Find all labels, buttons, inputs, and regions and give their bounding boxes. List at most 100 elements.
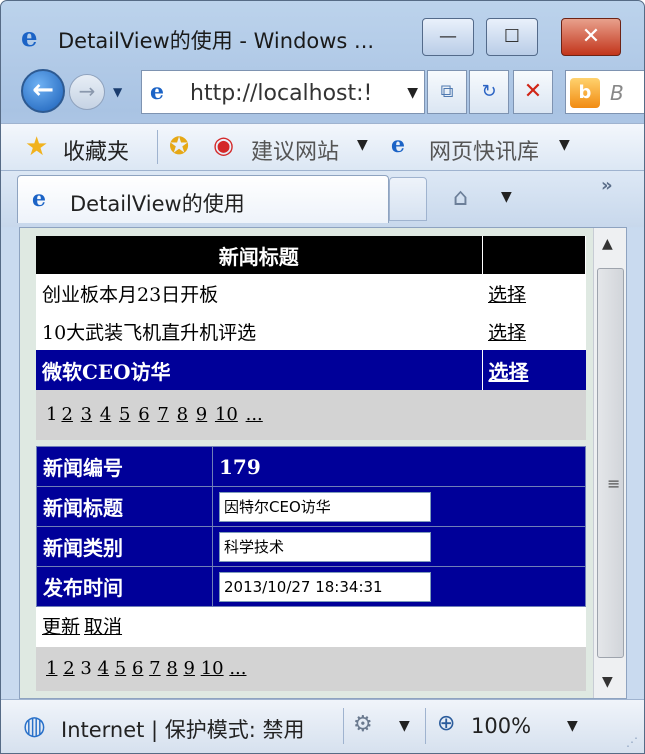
detail-value: 179: [212, 446, 586, 487]
tab-page-icon: e: [32, 186, 46, 212]
search-provider-icon: b: [570, 78, 600, 108]
pager-link[interactable]: 6: [132, 658, 143, 679]
back-button[interactable]: ←: [21, 69, 65, 113]
detail-label: 发布时间: [36, 566, 213, 607]
scroll-thumb[interactable]: ≡: [597, 268, 624, 658]
table-row: 10大武装飞机直升机评选 选择: [36, 312, 586, 350]
select-link[interactable]: 选择: [488, 284, 526, 306]
compatibility-view-button[interactable]: ⧉: [427, 70, 467, 114]
title-bar: e DetailView的使用 - Windows ... — ☐ ✕: [1, 1, 644, 61]
pager-link[interactable]: 3: [81, 404, 92, 425]
pager-more-link[interactable]: ...: [229, 658, 246, 679]
news-title-cell: 创业板本月23日开板: [42, 283, 219, 306]
pager-link[interactable]: 8: [177, 404, 188, 425]
web-slice-dropdown-icon[interactable]: ▼: [559, 137, 570, 153]
detail-row-title: 新闻标题: [36, 486, 586, 527]
pager-more-link[interactable]: ...: [246, 404, 263, 425]
grid-header-empty: [482, 236, 586, 274]
refresh-button[interactable]: ↻: [469, 70, 509, 114]
zoom-level[interactable]: 100%: [471, 714, 531, 738]
pager-link[interactable]: 4: [100, 404, 111, 425]
new-tab-button[interactable]: [389, 177, 427, 221]
search-placeholder: B: [610, 81, 624, 105]
page-content: 新闻标题 创业板本月23日开板 选择 10大武装飞机直升机评选 选择 微软CEO…: [36, 236, 586, 694]
pager-link[interactable]: 5: [119, 404, 130, 425]
pager-current-page: 3: [80, 658, 92, 679]
suggested-sites-link[interactable]: 建议网站: [251, 134, 339, 166]
detail-row-id: 新闻编号 179: [36, 446, 586, 487]
tab-detailview[interactable]: e DetailView的使用: [17, 175, 389, 223]
pager-link[interactable]: 1: [46, 658, 57, 679]
pager-current-page: 1: [46, 404, 58, 425]
address-bar[interactable]: e http://localhost:! ▼: [141, 70, 425, 114]
add-favorite-icon[interactable]: ✪: [169, 132, 189, 160]
progress-gear-icon[interactable]: ⚙: [353, 712, 373, 737]
news-detailview: 新闻编号 179 新闻标题 新闻类别 发布时间: [36, 446, 586, 607]
zoom-dropdown-icon[interactable]: ▼: [567, 718, 578, 734]
pager-link[interactable]: 10: [215, 404, 238, 425]
news-title-cell: 微软CEO访华: [42, 359, 171, 384]
table-row: 创业板本月23日开板 选择: [36, 274, 586, 312]
more-tools-icon[interactable]: »: [601, 175, 613, 196]
divider: [343, 708, 344, 744]
pager-link[interactable]: 6: [138, 404, 149, 425]
favorites-bar: ★ 收藏夹 ✪ ◉ 建议网站 ▼ e 网页快讯库 ▼: [1, 123, 644, 171]
category-input[interactable]: [219, 531, 431, 562]
address-text[interactable]: http://localhost:!: [190, 81, 390, 106]
detail-label: 新闻标题: [36, 486, 213, 527]
gear-dropdown-icon[interactable]: ▼: [399, 718, 410, 734]
select-link[interactable]: 选择: [488, 322, 526, 344]
tab-title: DetailView的使用: [70, 192, 245, 216]
close-button[interactable]: ✕: [561, 18, 621, 56]
pager-link[interactable]: 7: [149, 658, 160, 679]
pager-link[interactable]: 4: [98, 658, 109, 679]
globe-icon: ◍: [23, 711, 46, 741]
history-dropdown-icon[interactable]: ▼: [113, 85, 122, 99]
scroll-down-icon[interactable]: ▼: [602, 674, 613, 690]
status-bar: ◍ Internet | 保护模式: 禁用 ⚙ ▼ ⊕ 100% ▼ ⋰: [1, 699, 644, 753]
forward-button[interactable]: →: [69, 74, 105, 110]
content-frame: 新闻标题 创业板本月23日开板 选择 10大武装飞机直升机评选 选择 微软CEO…: [19, 227, 627, 699]
window-title: DetailView的使用 - Windows ...: [58, 29, 375, 53]
pager-link[interactable]: 9: [196, 404, 207, 425]
cancel-link[interactable]: 取消: [84, 616, 122, 638]
pager-link[interactable]: 2: [63, 658, 74, 679]
resize-grip-icon[interactable]: ⋰: [626, 735, 638, 749]
zoom-icon[interactable]: ⊕: [437, 711, 455, 736]
search-box[interactable]: b B: [565, 70, 644, 114]
pager-link[interactable]: 5: [115, 658, 126, 679]
grid-pager: 12 3 4 5 6 7 8 9 10 ...: [36, 390, 586, 440]
pager-link[interactable]: 9: [184, 658, 195, 679]
scroll-up-icon[interactable]: ▲: [602, 236, 613, 252]
news-title-cell: 10大武装飞机直升机评选: [42, 321, 257, 344]
stop-button[interactable]: ✕: [513, 70, 553, 114]
detail-row-date: 发布时间: [36, 566, 586, 607]
detail-label: 新闻编号: [36, 446, 213, 487]
update-link[interactable]: 更新: [42, 616, 80, 638]
address-dropdown-icon[interactable]: ▼: [407, 85, 418, 101]
pager-link[interactable]: 8: [166, 658, 177, 679]
page-icon: e: [150, 79, 164, 105]
title-input[interactable]: [219, 491, 431, 522]
suggested-dropdown-icon[interactable]: ▼: [357, 137, 368, 153]
grid-header-title: 新闻标题: [36, 236, 483, 274]
maximize-button[interactable]: ☐: [486, 18, 538, 56]
pager-link[interactable]: 2: [61, 404, 72, 425]
favorites-star-icon[interactable]: ★: [25, 132, 48, 162]
select-link[interactable]: 选择: [489, 360, 529, 384]
divider: [157, 130, 158, 164]
minimize-button[interactable]: —: [422, 18, 474, 56]
publish-time-input[interactable]: [219, 571, 431, 602]
detail-label: 新闻类别: [36, 526, 213, 567]
pager-link[interactable]: 10: [201, 658, 224, 679]
tab-row: e DetailView的使用 ⌂ ▼ »: [1, 171, 644, 227]
browser-window: e DetailView的使用 - Windows ... — ☐ ✕ ← → …: [0, 0, 645, 754]
ie-logo-icon: e: [21, 23, 38, 53]
home-dropdown-icon[interactable]: ▼: [501, 189, 512, 205]
pager-link[interactable]: 7: [157, 404, 168, 425]
favorites-button[interactable]: 收藏夹: [63, 134, 129, 166]
web-slice-gallery-link[interactable]: 网页快讯库: [429, 134, 539, 166]
security-zone-text: Internet | 保护模式: 禁用: [61, 718, 305, 742]
home-icon[interactable]: ⌂: [453, 183, 468, 211]
vertical-scrollbar[interactable]: ▲ ≡ ▼: [593, 228, 626, 698]
